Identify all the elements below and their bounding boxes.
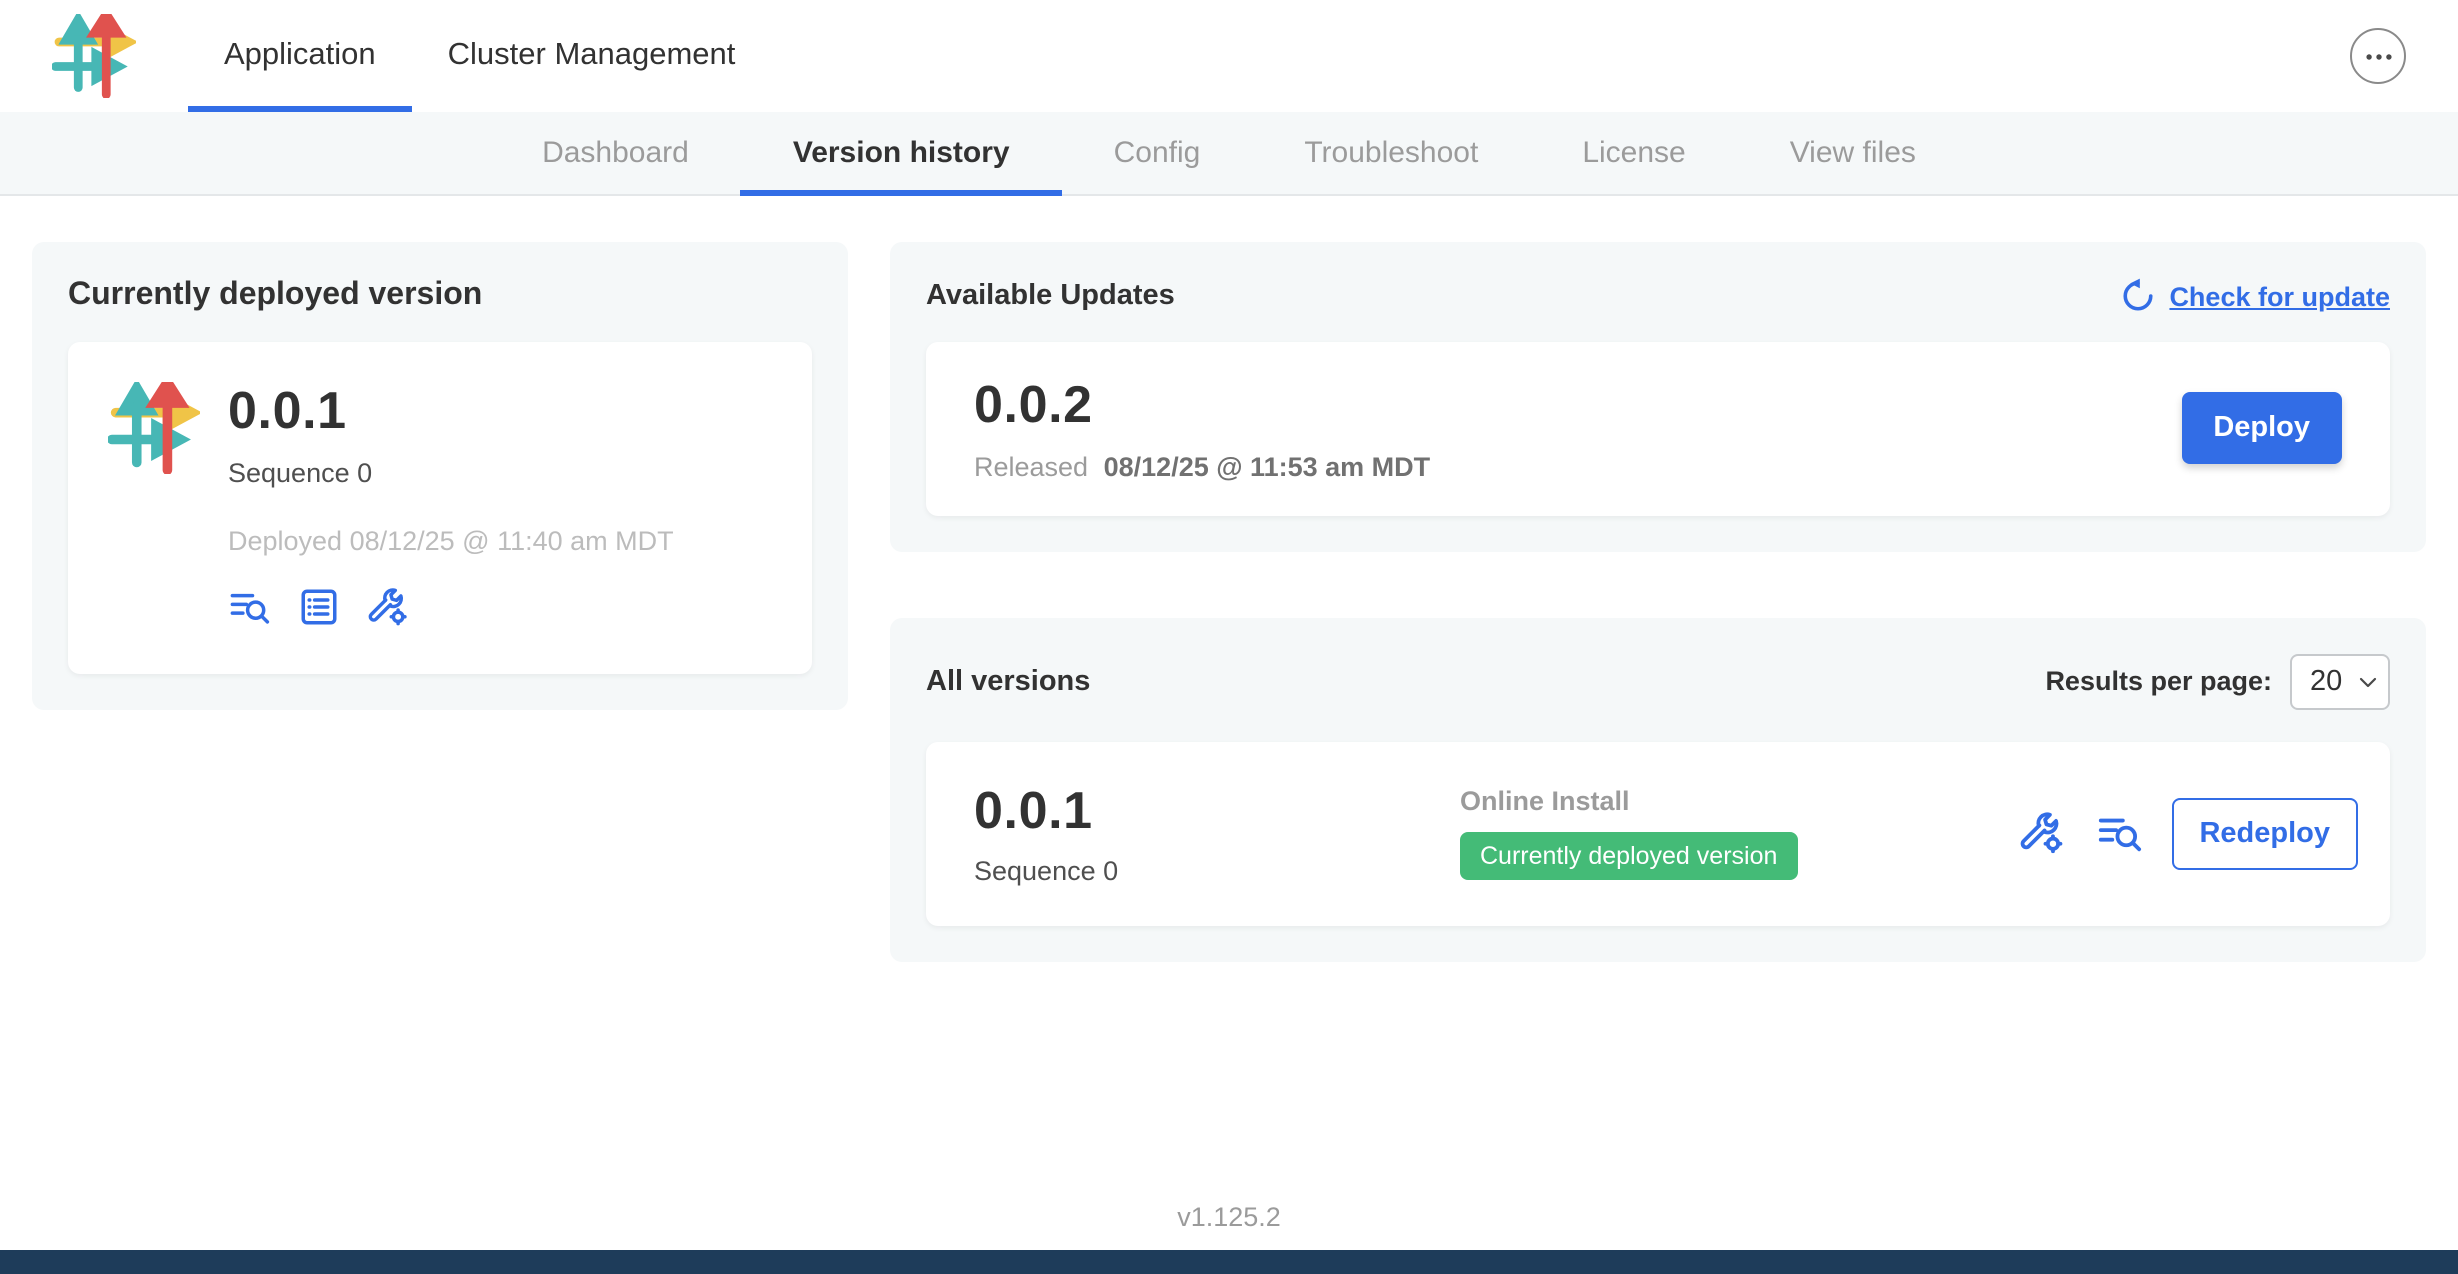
released-timestamp: Released 08/12/25 @ 11:53 am MDT xyxy=(974,451,1430,481)
top-tab-label: Application xyxy=(224,38,376,74)
all-versions-title: All versions xyxy=(926,665,1090,697)
subnav-tab-label: View files xyxy=(1790,136,1916,170)
currently-deployed-card: Currently deployed version xyxy=(32,242,848,710)
top-header: Application Cluster Management xyxy=(0,0,2458,112)
deployed-status-badge: Currently deployed version xyxy=(1460,833,1797,881)
check-for-update-label: Check for update xyxy=(2169,281,2390,311)
deploy-button[interactable]: Deploy xyxy=(2181,393,2342,465)
update-info: 0.0.2 Released 08/12/25 @ 11:53 am MDT xyxy=(974,376,1430,481)
redeploy-button[interactable]: Redeploy xyxy=(2171,798,2358,870)
app-subnav: Dashboard Version history Config Trouble… xyxy=(0,112,2458,196)
screenshot-root: Application Cluster Management Dashboard… xyxy=(0,0,2458,1274)
main-content: Currently deployed version xyxy=(0,196,2458,962)
deployed-version-actions xyxy=(228,585,674,627)
admin-console-page: Application Cluster Management Dashboard… xyxy=(0,0,2458,1274)
top-nav: Application Cluster Management xyxy=(188,0,771,112)
update-version-number: 0.0.2 xyxy=(974,376,1430,433)
version-row-actions: Redeploy xyxy=(1995,798,2358,870)
row-sequence: Sequence 0 xyxy=(974,856,1460,886)
available-update-row: 0.0.2 Released 08/12/25 @ 11:53 am MDT D… xyxy=(926,342,2390,515)
release-notes-icon[interactable] xyxy=(228,585,270,627)
subnav-tab-label: Dashboard xyxy=(542,136,689,170)
console-version: v1.125.2 xyxy=(1177,1202,1281,1232)
version-row-info: 0.0.1 Sequence 0 xyxy=(974,781,1460,886)
subnav-tab-label: Version history xyxy=(793,136,1010,170)
results-per-page: Results per page: 20 xyxy=(2045,653,2390,709)
deployed-version-number: 0.0.1 xyxy=(228,382,674,439)
subnav-tab-dashboard[interactable]: Dashboard xyxy=(490,112,741,194)
deployed-timestamp: Deployed 08/12/25 @ 11:40 am MDT xyxy=(228,525,674,555)
currently-deployed-panel: 0.0.1 Sequence 0 Deployed 08/12/25 @ 11:… xyxy=(68,342,812,674)
app-logo-icon[interactable] xyxy=(52,14,136,98)
available-updates-header: Available Updates Check for update xyxy=(926,278,2390,314)
right-column: Available Updates Check for update 0.0.2… xyxy=(890,242,2426,962)
refresh-icon xyxy=(2119,278,2155,314)
subnav-tab-label: Config xyxy=(1114,136,1201,170)
results-per-page-label: Results per page: xyxy=(2045,666,2272,696)
all-versions-header: All versions Results per page: 20 xyxy=(926,653,2390,709)
all-versions-card: All versions Results per page: 20 xyxy=(890,617,2426,962)
app-arrows-logo xyxy=(108,382,200,474)
bottom-dark-bar xyxy=(0,1250,2458,1274)
deployed-sequence: Sequence 0 xyxy=(228,457,674,487)
version-row-status: Online Install Currently deployed versio… xyxy=(1460,787,1995,881)
version-row: 0.0.1 Sequence 0 Online Install Currentl… xyxy=(926,741,2390,926)
top-tab-cluster-management[interactable]: Cluster Management xyxy=(412,0,772,112)
currently-deployed-meta: 0.0.1 Sequence 0 Deployed 08/12/25 @ 11:… xyxy=(228,382,674,634)
check-for-update-link[interactable]: Check for update xyxy=(2119,278,2390,314)
released-date: 08/12/25 @ 11:53 am MDT xyxy=(1104,451,1431,481)
preflight-checks-icon[interactable] xyxy=(298,585,340,627)
subnav-tab-config[interactable]: Config xyxy=(1062,112,1253,194)
config-icon[interactable] xyxy=(368,585,410,627)
available-updates-card: Available Updates Check for update 0.0.2… xyxy=(890,242,2426,551)
release-notes-icon[interactable] xyxy=(2095,811,2141,857)
top-tab-label: Cluster Management xyxy=(448,38,736,74)
subnav-tab-label: Troubleshoot xyxy=(1304,136,1478,170)
more-options-button[interactable] xyxy=(2350,28,2406,84)
install-type-label: Online Install xyxy=(1460,787,1995,817)
subnav-tab-troubleshoot[interactable]: Troubleshoot xyxy=(1252,112,1530,194)
row-version-number: 0.0.1 xyxy=(974,781,1460,838)
footer: v1.125.2 xyxy=(0,1202,2458,1232)
app-version-icon xyxy=(108,382,200,474)
released-prefix: Released xyxy=(974,451,1088,481)
results-per-page-select[interactable]: 20 xyxy=(2290,653,2390,709)
subnav-tab-version-history[interactable]: Version history xyxy=(741,112,1062,194)
available-updates-title: Available Updates xyxy=(926,280,1175,312)
subnav-tab-view-files[interactable]: View files xyxy=(1738,112,1968,194)
results-per-page-select-wrap: 20 xyxy=(2290,653,2390,709)
app-arrows-logo xyxy=(52,14,136,98)
top-tab-application[interactable]: Application xyxy=(188,0,412,112)
currently-deployed-title: Currently deployed version xyxy=(68,278,812,314)
subnav-tab-license[interactable]: License xyxy=(1530,112,1737,194)
ellipsis-icon xyxy=(2361,39,2395,73)
subnav-tab-label: License xyxy=(1582,136,1685,170)
config-icon[interactable] xyxy=(2019,811,2065,857)
